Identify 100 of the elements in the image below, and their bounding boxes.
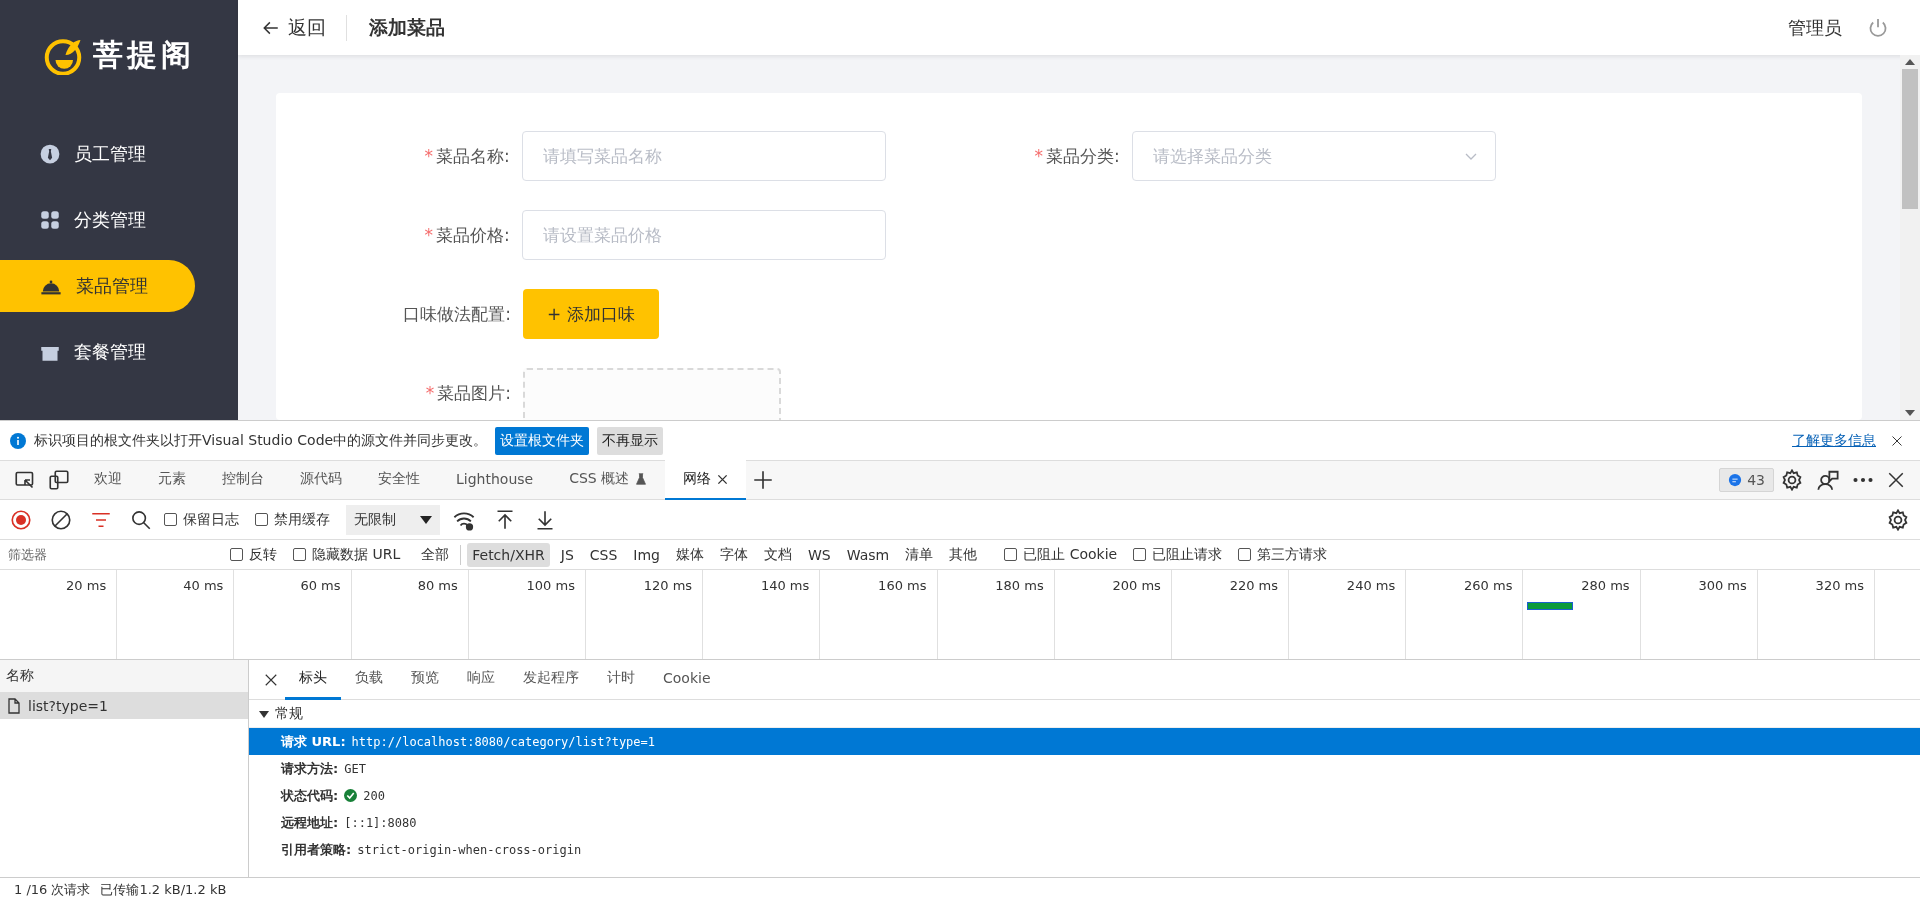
checkbox[interactable] [230, 548, 243, 561]
record-icon[interactable] [11, 509, 31, 530]
scrollbar[interactable] [1900, 55, 1920, 420]
type-filter[interactable]: WS [803, 542, 836, 567]
device-icon[interactable] [49, 470, 69, 490]
type-filter[interactable]: Wasm [841, 542, 895, 567]
checkbox-label: 已阻止请求 [1152, 545, 1223, 564]
devtools-tab[interactable]: 源代码 [282, 460, 360, 500]
upload-icon[interactable] [495, 509, 515, 530]
checkbox-label: 隐藏数据 URL [312, 545, 401, 564]
learn-more-link[interactable]: 了解更多信息 [1792, 431, 1876, 450]
type-filter[interactable]: 媒体 [671, 541, 709, 568]
type-filter[interactable]: 字体 [715, 541, 753, 568]
close-icon[interactable] [1887, 471, 1905, 489]
detail-tab[interactable]: Cookie [649, 659, 725, 700]
type-filter[interactable]: 清单 [900, 541, 939, 568]
type-filter[interactable]: Fetch/XHR [467, 542, 550, 567]
inspect-icon[interactable] [15, 470, 35, 490]
detail-tab[interactable]: 预览 [397, 659, 453, 700]
download-icon[interactable] [535, 509, 555, 530]
close-icon[interactable] [717, 473, 729, 485]
tick-label: 100 ms [526, 578, 575, 593]
checkbox[interactable] [255, 513, 268, 526]
settings-icon[interactable] [1781, 469, 1803, 491]
text-input[interactable]: 请设置菜品价格 [521, 210, 886, 260]
search-icon[interactable] [131, 509, 151, 530]
checkbox-label: 保留日志 [183, 510, 239, 529]
sidebar-item[interactable]: 员工管理 [0, 128, 195, 180]
header-row[interactable]: 远程地址: [::1]:8080 [249, 809, 1920, 836]
header-row[interactable]: 请求方法: GET [249, 755, 1920, 782]
request-count: 1 /16 次请求 [14, 880, 91, 899]
checkbox-label: 已阻止 Cookie [1023, 545, 1118, 564]
expand-triangle-icon[interactable] [259, 708, 269, 719]
throttling-dropdown[interactable]: 无限制 [346, 504, 440, 535]
checkbox[interactable] [1004, 548, 1018, 561]
devtools-tab[interactable]: CSS 概述 [551, 460, 666, 500]
tick-label: 220 ms [1229, 578, 1279, 593]
check-circle-icon [344, 789, 358, 802]
detail-tab[interactable]: 负载 [341, 659, 397, 700]
section-title: 常规 [275, 704, 303, 723]
checkbox[interactable] [293, 548, 306, 561]
field-label: * 菜品分类: [1033, 145, 1121, 168]
tie-icon [40, 144, 60, 164]
type-filter[interactable]: 文档 [759, 541, 797, 568]
text-input[interactable]: 请填写菜品名称 [521, 131, 886, 181]
back-link[interactable]: 返回 [262, 14, 347, 41]
tick-label: 140 ms [760, 578, 810, 593]
people-icon[interactable] [1817, 469, 1839, 491]
tick-label: 20 ms [66, 578, 107, 593]
request-item[interactable]: list?type=1 [0, 693, 248, 719]
detail-tab[interactable]: 标头 [285, 659, 341, 700]
devtools-tab[interactable]: 欢迎 [76, 460, 140, 500]
devtools-tab[interactable]: 网络 [665, 460, 747, 500]
header-row[interactable]: 状态代码: 200 [249, 782, 1920, 809]
header-row[interactable]: 引用者策略: strict-origin-when-cross-origin [249, 836, 1920, 863]
sidebar-item[interactable]: 菜品管理 [0, 260, 195, 312]
checkbox[interactable] [164, 513, 177, 526]
checkbox[interactable] [1238, 548, 1252, 561]
devtools-tab[interactable]: 安全性 [360, 460, 438, 500]
tick-label: 60 ms [300, 578, 341, 593]
caret-icon [420, 514, 432, 525]
dismiss-button[interactable]: 不再显示 [597, 426, 664, 455]
type-filter[interactable]: Img [628, 542, 665, 567]
detail-tab[interactable]: 计时 [593, 659, 649, 700]
type-filter[interactable]: 其他 [944, 541, 983, 568]
set-root-button[interactable]: 设置根文件夹 [495, 426, 590, 455]
tick-label: 300 ms [1698, 578, 1747, 593]
close-icon[interactable] [1891, 434, 1903, 447]
devtools-tab[interactable]: 元素 [140, 460, 204, 500]
tick-label: 200 ms [1112, 578, 1161, 593]
devtools-tab[interactable]: 控制台 [204, 460, 282, 500]
transferred-size: 已传输1.2 kB/1.2 kB [100, 880, 227, 899]
close-icon[interactable] [264, 672, 278, 687]
detail-tab[interactable]: 发起程序 [509, 659, 593, 700]
file-icon [6, 698, 22, 714]
sidebar-item[interactable]: 套餐管理 [0, 326, 195, 378]
clear-icon[interactable] [51, 509, 71, 530]
type-filter[interactable]: 全部 [416, 541, 455, 568]
sidebar-item[interactable]: 分类管理 [0, 194, 195, 246]
type-filter[interactable]: CSS [584, 542, 623, 567]
add-flavor-button[interactable]: + 添加口味 [523, 289, 659, 339]
tick-label: 80 ms [417, 578, 458, 593]
checkbox[interactable] [1133, 548, 1147, 561]
checkbox-label: 第三方请求 [1257, 545, 1328, 564]
detail-tab[interactable]: 响应 [453, 659, 509, 700]
devtools-tab[interactable]: Lighthouse [438, 460, 552, 500]
tick-label: 160 ms [878, 578, 927, 593]
type-filter[interactable]: JS [555, 542, 579, 567]
header-row[interactable]: 请求 URL: http://localhost:8080/category/list?type=1 [249, 728, 1920, 755]
plus-icon[interactable] [753, 470, 774, 490]
tick-label: 240 ms [1346, 578, 1396, 593]
logo-text: 菩提阁 [93, 35, 195, 74]
column-header: 名称 [0, 660, 248, 693]
issues-badge[interactable]: 43 [1719, 468, 1774, 492]
tick-label: 280 ms [1581, 578, 1630, 593]
settings-icon[interactable] [1887, 508, 1909, 531]
power-icon[interactable] [1867, 16, 1889, 39]
tick-label: 320 ms [1815, 578, 1864, 593]
checkbox-label: 禁用缓存 [274, 510, 330, 529]
tick-label: 260 ms [1464, 578, 1513, 593]
